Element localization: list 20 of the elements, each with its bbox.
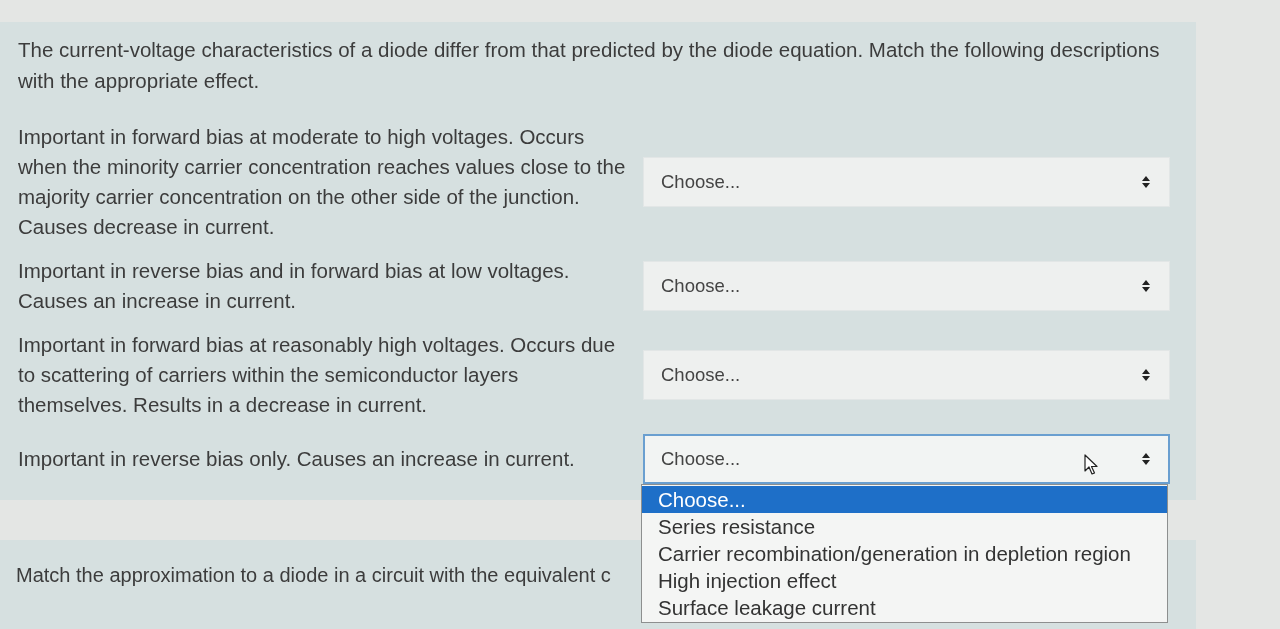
question-text: Match the approximation to a diode in a circuit with the equivalent c [16, 563, 611, 588]
description-text: Important in reverse bias and in forward bias at low voltages. Causes an increase in current. [18, 258, 571, 314]
dropdown-option[interactable]: Choose... [642, 486, 1167, 513]
updown-caret-icon [1142, 280, 1150, 292]
mouse-pointer-icon [1084, 453, 1098, 475]
dropdown-option[interactable]: Series resistance [642, 513, 1167, 540]
dropdown-option[interactable]: High injection effect [642, 567, 1167, 594]
description-text: Important in reverse bias only. Causes an increase in current. [18, 446, 576, 472]
dropdown-option[interactable]: Surface leakage current [642, 594, 1167, 621]
description-text: Important in forward bias at reasonably high voltages. Occurs due to scattering of carriers within the semiconductor layers themselves. Results in a decrease in current. [18, 332, 617, 418]
dropdown-select[interactable]: Choose... [643, 350, 1170, 400]
dropdown-select[interactable]: Choose... [643, 261, 1170, 311]
updown-caret-icon [1142, 176, 1150, 188]
dropdown-select[interactable]: Choose... [643, 434, 1170, 484]
question-text: The current-voltage characteristics of a diode differ from that predicted by the diode equation. Match the following descriptions with the appropriate effect. [18, 37, 1161, 94]
updown-caret-icon [1142, 369, 1150, 381]
updown-caret-icon [1142, 453, 1150, 465]
dropdown-select[interactable]: Choose... [643, 157, 1170, 207]
description-text: Important in forward bias at moderate to high voltages. Occurs when the minority carrier concentration reaches values close to the majority carrier concentration on the other side of the junction. Causes decrease in current. [18, 124, 627, 240]
dropdown-option[interactable]: Carrier recombination/generation in depletion region [642, 540, 1167, 567]
